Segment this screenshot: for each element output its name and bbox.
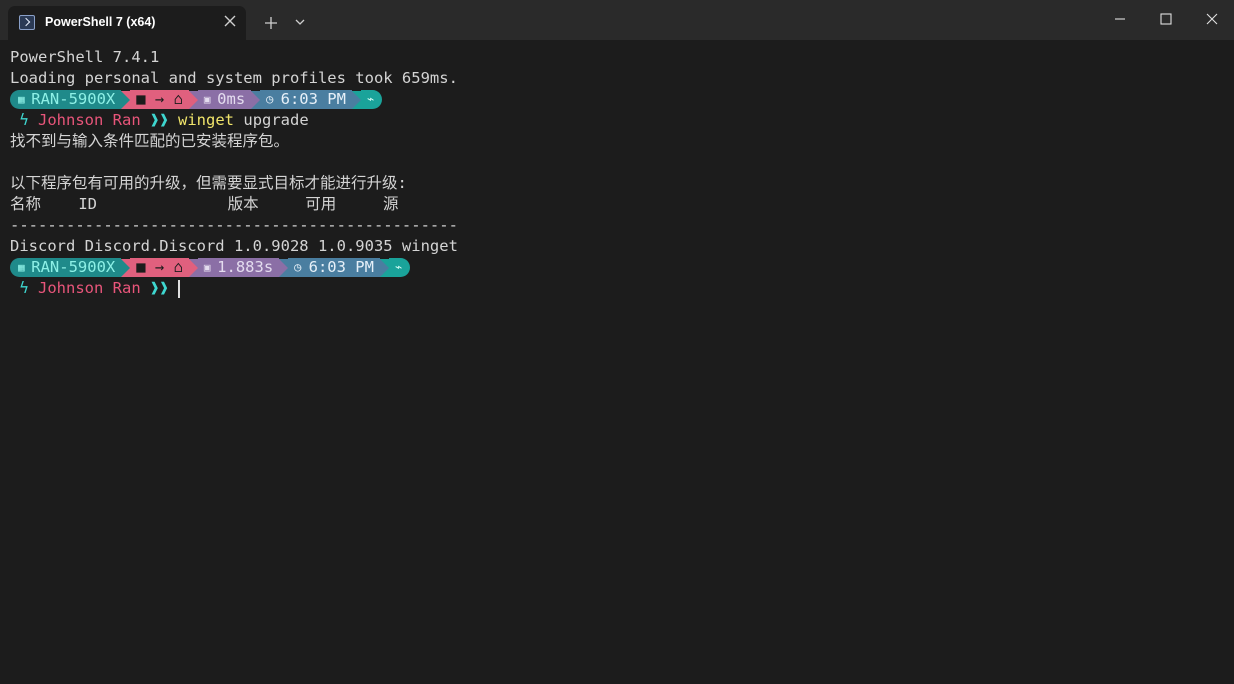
command-line-1: ϟ Johnson Ran ❱❱ winget upgrade [10,110,458,131]
table-row: Discord Discord.Discord 1.0.9028 1.0.903… [10,237,458,255]
prompt-chevrons: ❱❱ [150,279,169,297]
table-header: 名称 ID 版本 可用 源 [10,195,399,213]
terminal-output: PowerShell 7.4.1 Loading personal and sy… [10,47,458,299]
tab-powershell[interactable]: PowerShell 7 (x64) [8,6,246,40]
user-name: Johnson Ran [38,111,141,129]
table-rule: ----------------------------------------… [10,216,458,234]
close-icon[interactable] [222,13,238,29]
duration-segment: ▣ 1.883s [197,258,280,277]
clock-icon: ◷ [294,260,309,274]
duration-text: 0ms [217,90,246,108]
close-window-icon[interactable] [1205,12,1219,26]
text-cursor [178,279,180,298]
clock-text: 6:03 PM [308,258,374,276]
maximize-icon[interactable] [1159,12,1173,26]
powershell-icon [19,15,35,30]
profile-load-line: Loading personal and system profiles too… [10,69,458,87]
user-name: Johnson Ran [38,279,141,297]
path-text: ■ → ⌂ [136,90,183,108]
output-upgrades-available: 以下程序包有可用的升级，但需要显式目标才能进行升级: [10,174,407,192]
host-name: RAN-5900X [31,90,116,108]
pulse-icon: ⌁ [394,260,403,274]
clock-text: 6:03 PM [280,90,346,108]
duration-segment: ▣ 0ms [197,90,252,109]
duration-text: 1.883s [217,258,274,276]
minimize-icon[interactable] [1113,12,1127,26]
windows-grid-icon: ▦ [18,93,32,106]
output-blank [10,152,458,173]
host-segment: ▦ RAN-5900X [10,90,122,109]
clock-segment: ◷ 6:03 PM [288,258,380,277]
prompt-chevrons: ❱❱ [150,111,169,129]
pulse-icon: ⌁ [366,92,375,106]
title-bar: PowerShell 7 (x64) [0,0,1234,40]
timer-icon: ▣ [203,261,218,274]
plus-icon[interactable] [262,14,280,32]
command-name: winget [178,111,235,129]
banner-line: PowerShell 7.4.1 [10,48,160,66]
clock-icon: ◷ [266,92,281,106]
timer-icon: ▣ [203,93,218,106]
lightning-icon: ϟ [10,111,38,129]
path-segment: ■ → ⌂ [130,90,189,109]
command-args: upgrade [243,111,309,129]
path-segment: ■ → ⌂ [130,258,189,277]
windows-grid-icon: ▦ [18,261,32,274]
host-name: RAN-5900X [31,258,116,276]
host-segment: ▦ RAN-5900X [10,258,122,277]
path-text: ■ → ⌂ [136,258,183,276]
prompt-segments: ▦ RAN-5900X ■ → ⌂ ▣ 0ms ◷ 6:03 PM ⌁ [10,90,458,109]
status-segment: ⌁ [360,90,383,109]
lightning-icon: ϟ [10,279,38,297]
tab-title: PowerShell 7 (x64) [45,15,156,29]
chevron-down-icon[interactable] [293,15,307,29]
clock-segment: ◷ 6:03 PM [260,90,352,109]
prompt-segments-2: ▦ RAN-5900X ■ → ⌂ ▣ 1.883s ◷ 6:03 PM ⌁ [10,258,458,277]
command-line-2[interactable]: ϟ Johnson Ran ❱❱ [10,278,458,299]
terminal-area[interactable]: PowerShell 7.4.1 Loading personal and sy… [0,40,1234,684]
output-no-match: 找不到与输入条件匹配的已安装程序包。 [10,132,290,150]
status-segment: ⌁ [388,258,411,277]
